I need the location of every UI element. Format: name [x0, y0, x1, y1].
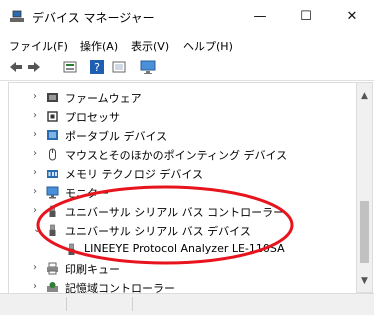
tree-item-monitors[interactable]: › モニター — [9, 183, 357, 202]
printer-icon — [47, 262, 58, 275]
memory-icon — [47, 170, 58, 178]
menu-view[interactable]: 表示(V) — [131, 38, 169, 54]
back-arrow-icon[interactable] — [8, 59, 24, 75]
properties-icon[interactable] — [62, 59, 78, 75]
svg-text:?: ? — [94, 61, 100, 74]
chevron-down-icon[interactable]: ⌄ — [33, 224, 43, 236]
chevron-right-icon[interactable]: › — [33, 91, 43, 103]
scroll-up-icon[interactable]: ▲ — [357, 91, 372, 101]
scan-hardware-icon[interactable] — [140, 59, 156, 75]
chevron-right-icon[interactable]: › — [33, 110, 43, 122]
maximize-button[interactable]: ☐ — [284, 4, 328, 30]
tree-item-label: プロセッサ — [65, 111, 120, 124]
tree-item-label: 印刷キュー — [65, 263, 120, 276]
status-divider — [132, 297, 133, 311]
tree-item-label: モニター — [65, 187, 109, 200]
monitor-icon — [46, 186, 59, 199]
mouse-icon — [49, 148, 56, 161]
scroll-down-icon[interactable]: ▼ — [357, 276, 372, 286]
usb-device-icon — [68, 243, 75, 255]
tree-item-memory-tech[interactable]: › メモリ テクノロジ デバイス — [9, 164, 357, 183]
close-button[interactable]: ✕ — [330, 4, 374, 30]
menu-bar: ファイル(F) 操作(A) 表示(V) ヘルプ(H) — [0, 34, 374, 56]
tree-item-label: ポータブル デバイス — [65, 130, 168, 143]
tree-item-label: ユニバーサル シリアル バス コントローラー — [65, 206, 285, 219]
tree-item-label: ファームウェア — [65, 92, 142, 105]
usb-icon — [49, 224, 56, 236]
status-bar — [0, 293, 374, 315]
minimize-button[interactable]: — — [238, 4, 282, 30]
tree-item-label: LINEEYE Protocol Analyzer LE-110SA — [84, 242, 285, 255]
scrollbar-thumb[interactable] — [360, 201, 369, 263]
update-driver-icon[interactable] — [111, 59, 127, 75]
processor-icon — [47, 111, 58, 122]
chevron-right-icon[interactable]: › — [33, 186, 43, 198]
chevron-right-icon[interactable]: › — [33, 205, 43, 217]
tree-item-usb-devices[interactable]: ⌄ ユニバーサル シリアル バス デバイス — [9, 221, 357, 240]
device-manager-icon — [10, 10, 24, 22]
menu-help[interactable]: ヘルプ(H) — [183, 38, 233, 54]
tree-item-label: メモリ テクノロジ デバイス — [65, 168, 204, 181]
chevron-right-icon[interactable]: › — [33, 167, 43, 179]
tree-item-usb-controllers[interactable]: › ユニバーサル シリアル バス コントローラー — [9, 202, 357, 221]
menu-action[interactable]: 操作(A) — [80, 38, 118, 54]
tree-item-lineeye-analyzer[interactable]: LINEEYE Protocol Analyzer LE-110SA — [9, 240, 357, 259]
portable-device-icon — [47, 130, 58, 140]
device-tree[interactable]: › ファームウェア › プロセッサ › ポータブル デバイス › マウスとそのほ… — [8, 82, 358, 295]
chevron-right-icon[interactable]: › — [33, 148, 43, 160]
chevron-right-icon[interactable]: › — [33, 262, 43, 274]
help-icon[interactable]: ? — [89, 59, 105, 75]
tree-item-processor[interactable]: › プロセッサ — [9, 107, 357, 126]
tree-item-mice[interactable]: › マウスとそのほかのポインティング デバイス — [9, 145, 357, 164]
firmware-icon — [47, 93, 58, 102]
chevron-right-icon[interactable]: › — [33, 129, 43, 141]
forward-arrow-icon[interactable] — [26, 59, 42, 75]
usb-icon — [49, 205, 56, 217]
tree-item-portable-devices[interactable]: › ポータブル デバイス — [9, 126, 357, 145]
window-title: デバイス マネージャー — [32, 11, 155, 25]
title-bar: デバイス マネージャー — ☐ ✕ — [0, 0, 374, 34]
status-divider — [66, 297, 67, 311]
toolbar: ? — [0, 56, 374, 81]
tree-item-print-queues[interactable]: › 印刷キュー — [9, 259, 357, 278]
menu-file[interactable]: ファイル(F) — [9, 38, 68, 54]
vertical-scrollbar[interactable]: ▲ ▼ — [356, 82, 373, 293]
tree-item-label: ユニバーサル シリアル バス デバイス — [65, 225, 251, 238]
chevron-right-icon[interactable]: › — [33, 281, 43, 293]
tree-item-firmware[interactable]: › ファームウェア — [9, 88, 357, 107]
tree-item-label: マウスとそのほかのポインティング デバイス — [65, 149, 288, 162]
